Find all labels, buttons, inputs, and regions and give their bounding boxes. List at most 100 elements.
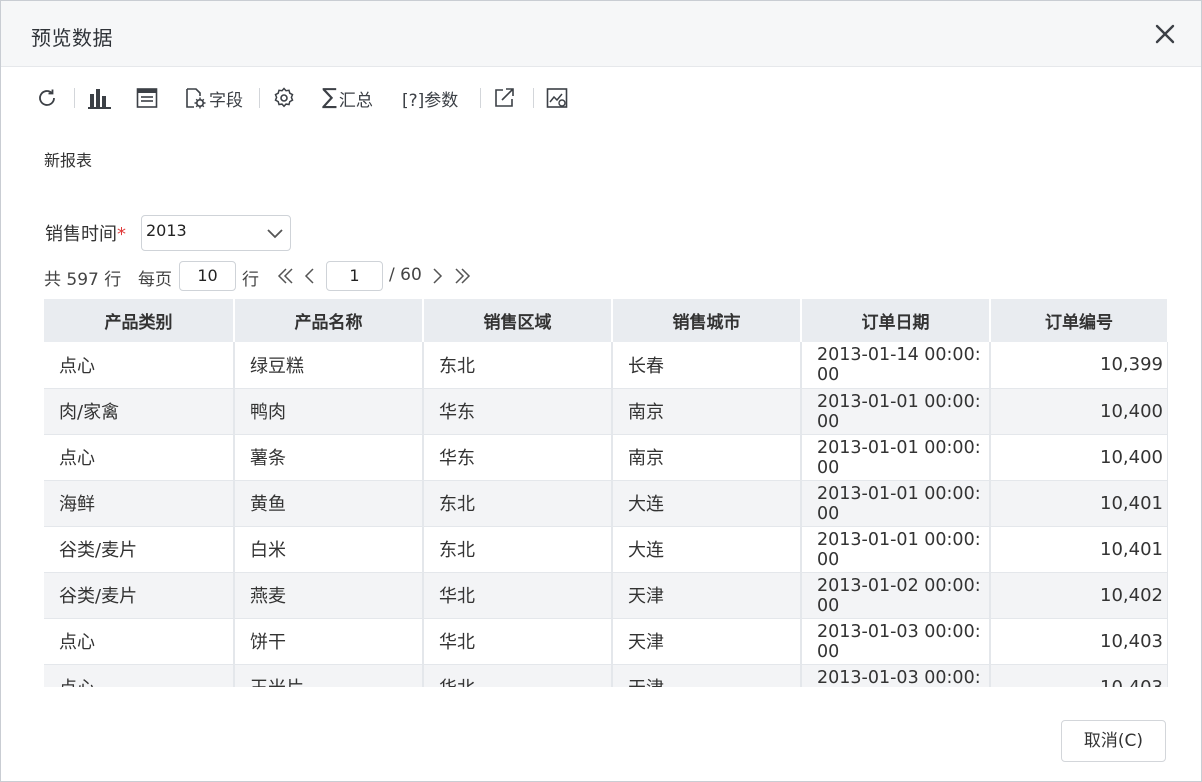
- table-row[interactable]: 海鲜 黄鱼 东北 大连 2013-01-01 00:00:00 10,401: [44, 480, 1168, 527]
- summary-button[interactable]: ∑ 汇总: [322, 81, 373, 115]
- table-row[interactable]: 谷类/麦片 白米 东北 大连 2013-01-01 00:00:00 10,401: [44, 526, 1168, 573]
- table-cell: 10,401: [990, 526, 1168, 573]
- table-cell: 2013-01-02 00:00:00: [801, 572, 991, 619]
- export-icon[interactable]: [492, 81, 516, 115]
- cancel-button[interactable]: 取消(C): [1061, 720, 1166, 762]
- dialog-title: 预览数据: [31, 26, 113, 50]
- table-cell: 2013-01-14 00:00:00: [801, 342, 991, 389]
- table-row[interactable]: 肉/家禽 鸭肉 华东 南京 2013-01-01 00:00:00 10,400: [44, 388, 1168, 435]
- chevron-down-icon: [266, 226, 284, 246]
- table-cell: 10,402: [990, 572, 1168, 619]
- field-settings-icon: [186, 88, 206, 109]
- table-cell: 鸭肉: [234, 388, 424, 435]
- table-cell: 谷类/麦片: [44, 526, 235, 573]
- parameter-button[interactable]: [?]参数: [402, 81, 458, 115]
- table-cell: 2013-01-01 00:00:00: [801, 526, 991, 573]
- sales-time-value: 2013: [146, 221, 187, 240]
- table-cell: 10,403: [990, 664, 1168, 687]
- toolbar-divider: [74, 88, 75, 108]
- toolbar-divider: [533, 88, 534, 108]
- total-rows-text: 共 597 行: [44, 270, 122, 290]
- filter-label-text: 销售时间: [45, 224, 117, 245]
- dialog-title-bar: 预览数据: [1, 1, 1201, 67]
- current-page-input[interactable]: 1: [326, 261, 383, 291]
- table-row[interactable]: 点心玉米片华北天津2013-01-03 00:00:0010,403: [44, 664, 1168, 687]
- table-cell: 2013-01-03 00:00:00: [801, 618, 991, 665]
- per-page-suffix: 行: [242, 270, 259, 290]
- column-header[interactable]: 产品名称: [234, 299, 424, 342]
- column-header[interactable]: 销售区域: [423, 299, 613, 342]
- table-cell: 肉/家禽: [44, 388, 235, 435]
- table-row[interactable]: 谷类/麦片 燕麦 华北 天津 2013-01-02 00:00:00 10,402: [44, 572, 1168, 619]
- chart-settings-icon[interactable]: [545, 81, 569, 115]
- report-name: 新报表: [44, 151, 93, 170]
- table-cell: 大连: [612, 480, 802, 527]
- table-cell: 东北: [423, 480, 613, 527]
- first-page-icon[interactable]: [276, 266, 296, 291]
- table-cell: 10,400: [990, 388, 1168, 435]
- table-cell: 南京: [612, 434, 802, 481]
- table-cell: 华东: [423, 434, 613, 481]
- table-cell: 天津: [612, 618, 802, 665]
- table-body: 点心 绿豆糕 东北 长春 2013-01-14 00:00:00 10,399 肉/家禽 鸭肉…: [44, 342, 1168, 687]
- data-table-container[interactable]: 产品类别 产品名称 销售区域 销售城市 订单日期 订单编号 点心 绿豆糕 东北 长春 2013-0…: [44, 299, 1168, 687]
- table-cell: 白米: [234, 526, 424, 573]
- table-cell: 点心: [44, 342, 235, 389]
- next-page-icon[interactable]: [430, 266, 446, 291]
- field-label: 字段: [209, 90, 243, 111]
- table-cell: 饼干: [234, 618, 424, 665]
- table-cell: 华北: [423, 572, 613, 619]
- table-row[interactable]: 点心 饼干 华北 天津 2013-01-03 00:00:00 10,403: [44, 618, 1168, 665]
- gear-icon[interactable]: [272, 81, 296, 115]
- column-header[interactable]: 产品类别: [44, 299, 235, 342]
- table-cell: 天津: [612, 572, 802, 619]
- table-cell: 10,399: [990, 342, 1168, 389]
- table-cell: 谷类/麦片: [44, 572, 235, 619]
- column-header[interactable]: 订单日期: [801, 299, 991, 342]
- column-header[interactable]: 订单编号: [990, 299, 1168, 342]
- column-header[interactable]: 销售城市: [612, 299, 802, 342]
- parameter-label: [?]参数: [402, 90, 459, 111]
- table-cell: 2013-01-01 00:00:00: [801, 480, 991, 527]
- table-cell: 绿豆糕: [234, 342, 424, 389]
- table-cell: 大连: [612, 526, 802, 573]
- per-page-label: 每页: [138, 270, 172, 290]
- table-cell: 薯条: [234, 434, 424, 481]
- table-cell: 10,401: [990, 480, 1168, 527]
- table-row[interactable]: 点心 薯条 华东 南京 2013-01-01 00:00:00 10,400: [44, 434, 1168, 481]
- sales-time-select[interactable]: 2013: [141, 215, 291, 251]
- close-icon[interactable]: [1152, 21, 1178, 47]
- table-cell: 2013-01-03 00:00:00: [801, 664, 991, 687]
- required-mark: *: [117, 224, 126, 245]
- table-cell: 南京: [612, 388, 802, 435]
- field-settings-button[interactable]: 字段: [183, 81, 243, 115]
- table-cell: 长春: [612, 342, 802, 389]
- table-cell: 黄鱼: [234, 480, 424, 527]
- table-cell: 2013-01-01 00:00:00: [801, 434, 991, 481]
- table-cell: 东北: [423, 342, 613, 389]
- refresh-icon[interactable]: [35, 81, 59, 115]
- table-cell: 燕麦: [234, 572, 424, 619]
- table-cell: 华北: [423, 664, 613, 687]
- table-cell: 10,403: [990, 618, 1168, 665]
- toolbar-divider: [480, 88, 481, 108]
- prev-page-icon[interactable]: [301, 266, 317, 291]
- table-cell: 天津: [612, 664, 802, 687]
- table-cell: 东北: [423, 526, 613, 573]
- pagination: 共 597 行 每页 10 行 1 / 60: [44, 261, 524, 291]
- table-cell: 玉米片: [234, 664, 424, 687]
- table-view-icon[interactable]: [135, 81, 159, 115]
- table-cell: 2013-01-01 00:00:00: [801, 388, 991, 435]
- per-page-input[interactable]: 10: [179, 261, 236, 291]
- last-page-icon[interactable]: [452, 266, 472, 291]
- data-table: 产品类别 产品名称 销售区域 销售城市 订单日期 订单编号 点心 绿豆糕 东北 长春 2013-0…: [44, 299, 1168, 687]
- total-pages-text: / 60: [389, 265, 422, 285]
- preview-data-dialog: 预览数据 字段 ∑ 汇总 [?]参数 新报表 销售时间* 2013 共 597 …: [0, 0, 1202, 782]
- table-cell: 海鲜: [44, 480, 235, 527]
- sigma-icon: ∑: [322, 85, 337, 110]
- table-cell: 点心: [44, 434, 235, 481]
- table-cell: 点心: [44, 618, 235, 665]
- toolbar-divider: [259, 88, 260, 108]
- chart-view-icon[interactable]: [87, 81, 113, 115]
- table-row[interactable]: 点心 绿豆糕 东北 长春 2013-01-14 00:00:00 10,399: [44, 342, 1168, 389]
